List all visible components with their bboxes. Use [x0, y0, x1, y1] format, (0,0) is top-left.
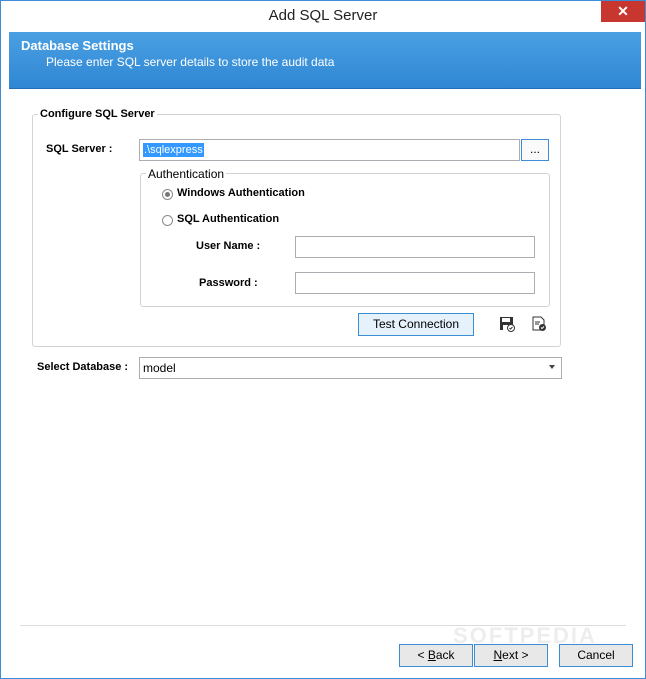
windows-auth-radio[interactable]	[162, 189, 173, 200]
password-input[interactable]	[295, 272, 535, 294]
select-database-label: Select Database :	[37, 361, 129, 373]
save-icon[interactable]	[499, 316, 515, 332]
sql-auth-label[interactable]: SQL Authentication	[177, 213, 279, 225]
authentication-legend: Authentication	[146, 167, 227, 181]
window-title: Add SQL Server	[268, 7, 378, 24]
test-connection-button[interactable]: Test Connection	[358, 313, 474, 336]
select-database-dropdown[interactable]: model	[139, 357, 562, 379]
header-subtitle: Please enter SQL server details to store…	[46, 55, 335, 69]
next-button[interactable]: Next >	[474, 644, 548, 667]
sql-auth-radio[interactable]	[162, 215, 173, 226]
next-rest: ext >	[502, 648, 529, 662]
close-button[interactable]: ✕	[601, 1, 645, 22]
verify-document-icon[interactable]	[531, 316, 547, 332]
username-label: User Name :	[196, 240, 261, 252]
back-mnemonic: B	[427, 648, 436, 662]
configure-sql-server-legend: Configure SQL Server	[38, 108, 157, 120]
password-label: Password :	[199, 277, 258, 289]
header-title: Database Settings	[21, 38, 134, 53]
windows-auth-label[interactable]: Windows Authentication	[177, 187, 305, 199]
close-icon: ✕	[617, 3, 629, 19]
cancel-button[interactable]: Cancel	[559, 644, 633, 667]
username-input[interactable]	[295, 236, 535, 258]
chevron-down-icon	[549, 365, 555, 369]
sql-server-label: SQL Server :	[46, 143, 113, 155]
add-sql-server-dialog: Add SQL Server ✕ Database Settings Pleas…	[0, 0, 646, 679]
sql-server-input[interactable]: .\sqlexpress	[139, 139, 520, 161]
back-button[interactable]: < Back	[399, 644, 473, 667]
sql-server-value: .\sqlexpress	[143, 143, 204, 157]
browse-server-button[interactable]: ...	[521, 139, 549, 161]
header-banner: Database Settings Please enter SQL serve…	[9, 32, 641, 89]
title-bar: Add SQL Server ✕	[1, 1, 645, 32]
next-mnemonic: N	[493, 648, 503, 662]
select-database-value: model	[143, 361, 176, 375]
back-prefix: <	[417, 648, 428, 662]
back-rest: ack	[435, 648, 455, 662]
